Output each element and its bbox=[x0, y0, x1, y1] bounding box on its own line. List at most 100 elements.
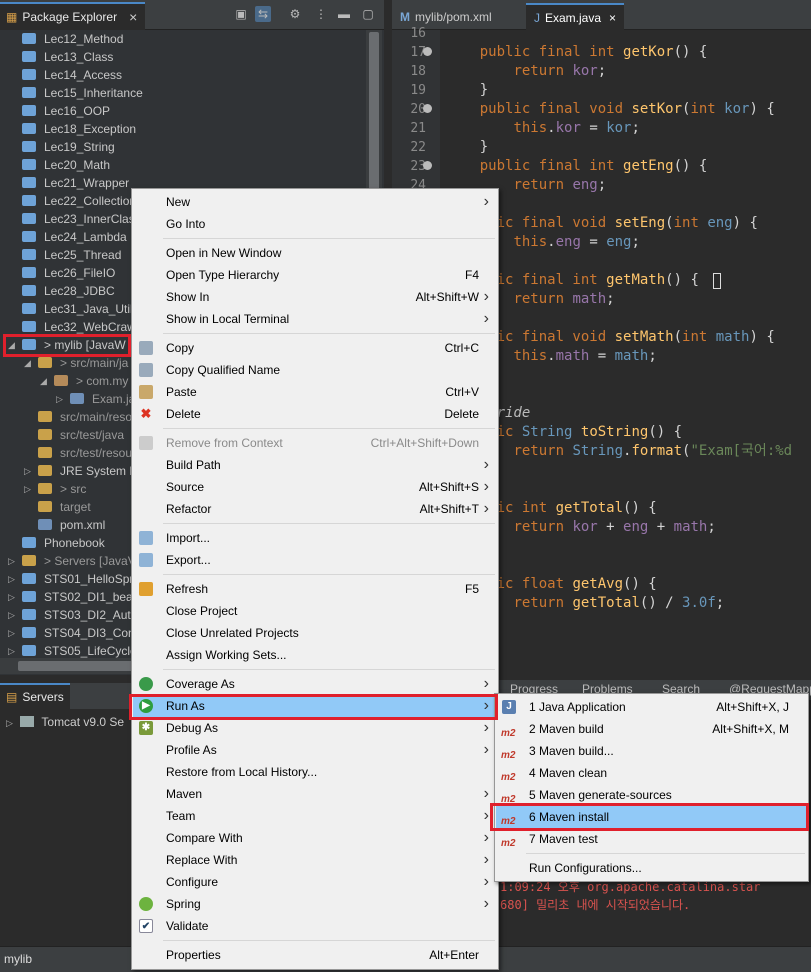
expand-icon[interactable]: ▷ bbox=[8, 570, 18, 588]
menu-item-open-type-hierarchy[interactable]: Open Type Hierarchy F4 bbox=[133, 264, 497, 286]
menu-item-go-into[interactable]: Go Into bbox=[133, 213, 497, 235]
collapse-all-icon[interactable]: ▣ bbox=[233, 6, 249, 22]
code-token: () / bbox=[639, 595, 683, 611]
menu-item-spring[interactable]: Spring › bbox=[133, 893, 497, 915]
expand-icon[interactable]: ▷ bbox=[8, 552, 18, 570]
menu-item-new[interactable]: New › bbox=[133, 191, 497, 213]
menu-item-refactor[interactable]: Refactor Alt+Shift+T › bbox=[133, 498, 497, 520]
menu-item-refresh[interactable]: Refresh F5 bbox=[133, 578, 497, 600]
expand-icon[interactable]: ▷ bbox=[24, 462, 34, 480]
tab-package-explorer[interactable]: ▦ Package Explorer × bbox=[0, 2, 145, 30]
tree-item-label: Lec13_Class bbox=[44, 50, 114, 64]
folder-icon bbox=[22, 609, 36, 620]
link-with-editor-icon[interactable]: ⇆ bbox=[255, 6, 271, 22]
tree-item[interactable]: Lec12_Method bbox=[0, 30, 366, 48]
menu-item-export[interactable]: Export... bbox=[133, 549, 497, 571]
tree-item[interactable]: Lec14_Access bbox=[0, 66, 366, 84]
expand-icon[interactable]: ▷ bbox=[24, 480, 34, 498]
code-token: . bbox=[547, 348, 556, 364]
collapse-icon[interactable]: ◢ bbox=[8, 336, 18, 354]
close-icon[interactable]: × bbox=[129, 9, 137, 25]
code-token: = bbox=[580, 234, 607, 250]
menu-item-properties[interactable]: Properties Alt+Enter bbox=[133, 944, 497, 966]
menu-item-label: 1 Java Application bbox=[529, 700, 626, 714]
collapse-icon[interactable]: ◢ bbox=[40, 372, 50, 390]
menu-item-4-maven-clean[interactable]: m2 4 Maven clean bbox=[496, 762, 807, 784]
menu-item-maven[interactable]: Maven › bbox=[133, 783, 497, 805]
java-app-icon: J bbox=[502, 700, 516, 714]
menu-item-build-path[interactable]: Build Path › bbox=[133, 454, 497, 476]
menu-item-7-maven-test[interactable]: m2 7 Maven test bbox=[496, 828, 807, 850]
menu-item-configure[interactable]: Configure › bbox=[133, 871, 497, 893]
code-line[interactable]: } bbox=[446, 138, 488, 157]
menu-item-3-maven-build[interactable]: m2 3 Maven build... bbox=[496, 740, 807, 762]
tree-item[interactable]: Lec19_String bbox=[0, 138, 366, 156]
menu-item-close-unrelated-projects[interactable]: Close Unrelated Projects bbox=[133, 622, 497, 644]
menu-item-profile-as[interactable]: Profile As › bbox=[133, 739, 497, 761]
fold-icon[interactable] bbox=[423, 104, 432, 113]
expand-icon[interactable]: ▷ bbox=[56, 390, 66, 408]
tree-item-label: STS04_DI3_Con bbox=[44, 626, 135, 640]
menu-item-compare-with[interactable]: Compare With › bbox=[133, 827, 497, 849]
menu-separator bbox=[163, 333, 495, 334]
menu-item-2-maven-build[interactable]: m2 2 Maven build Alt+Shift+X, M bbox=[496, 718, 807, 740]
menu-item-show-in-local-terminal[interactable]: Show in Local Terminal › bbox=[133, 308, 497, 330]
menu-item-coverage-as[interactable]: Coverage As › bbox=[133, 673, 497, 695]
text-cursor bbox=[713, 273, 721, 289]
menu-item-delete[interactable]: ✖ Delete Delete bbox=[133, 403, 497, 425]
menu-item-copy[interactable]: Copy Ctrl+C bbox=[133, 337, 497, 359]
menu-item-copy-qualified-name[interactable]: Copy Qualified Name bbox=[133, 359, 497, 381]
menu-item-open-in-new-window[interactable]: Open in New Window bbox=[133, 242, 497, 264]
expand-icon[interactable]: ▷ bbox=[8, 588, 18, 606]
menu-item-label: Show In bbox=[166, 290, 210, 304]
menu-item-replace-with[interactable]: Replace With › bbox=[133, 849, 497, 871]
code-line[interactable]: public final int getEng() { bbox=[446, 157, 708, 176]
menu-item-import[interactable]: Import... bbox=[133, 527, 497, 549]
expand-icon[interactable]: ▷ bbox=[8, 606, 18, 624]
view-menu-icon[interactable]: ⋮ bbox=[313, 6, 329, 22]
menu-item-run-as[interactable]: ▶ Run As › bbox=[133, 695, 497, 717]
code-line[interactable]: public final void setKor(int kor) { bbox=[446, 100, 775, 119]
menu-item-validate[interactable]: ✔ Validate bbox=[133, 915, 497, 937]
expand-icon[interactable]: ▷ bbox=[8, 624, 18, 642]
server-item-tomcat[interactable]: ▷ Tomcat v9.0 Se bbox=[6, 713, 124, 731]
filter-icon[interactable]: ⚙ bbox=[287, 6, 303, 22]
menu-item-run-configurations[interactable]: Run Configurations... bbox=[496, 857, 807, 879]
code-line[interactable]: public final int getKor() { bbox=[446, 43, 708, 62]
tab-label: Package Explorer bbox=[22, 10, 118, 24]
fold-icon[interactable] bbox=[423, 47, 432, 56]
menu-item-assign-working-sets[interactable]: Assign Working Sets... bbox=[133, 644, 497, 666]
tab-servers[interactable]: ▤ Servers bbox=[0, 683, 70, 709]
tree-item[interactable]: Lec18_Exception bbox=[0, 120, 366, 138]
menu-item-close-project[interactable]: Close Project bbox=[133, 600, 497, 622]
code-line[interactable]: return kor; bbox=[446, 62, 606, 81]
chevron-right-icon: › bbox=[483, 675, 489, 692]
maximize-icon[interactable]: ▢ bbox=[360, 6, 376, 22]
expand-icon[interactable]: ▷ bbox=[6, 718, 13, 728]
menu-item-label: Open Type Hierarchy bbox=[166, 268, 280, 282]
minimize-icon[interactable]: ▬ bbox=[336, 6, 352, 22]
menu-item-debug-as[interactable]: ✱ Debug As › bbox=[133, 717, 497, 739]
menu-item-1-java-application[interactable]: J 1 Java Application Alt+Shift+X, J bbox=[496, 696, 807, 718]
code-token: public final int bbox=[479, 158, 624, 174]
code-line[interactable]: } bbox=[446, 81, 488, 100]
menu-item-source[interactable]: Source Alt+Shift+S › bbox=[133, 476, 497, 498]
tree-item[interactable]: Lec20_Math bbox=[0, 156, 366, 174]
menu-item-restore-from-local-history[interactable]: Restore from Local History... bbox=[133, 761, 497, 783]
close-icon[interactable]: × bbox=[609, 11, 616, 25]
run-icon: ▶ bbox=[139, 699, 153, 713]
validate-check-icon: ✔ bbox=[139, 919, 153, 933]
collapse-icon[interactable]: ◢ bbox=[24, 354, 34, 372]
code-token: ; bbox=[631, 120, 640, 136]
tab-exam-java[interactable]: J Exam.java × bbox=[526, 3, 624, 30]
menu-item-5-maven-generate-sources[interactable]: m2 5 Maven generate-sources bbox=[496, 784, 807, 806]
menu-item-6-maven-install[interactable]: m2 6 Maven install bbox=[496, 806, 807, 828]
tree-item[interactable]: Lec13_Class bbox=[0, 48, 366, 66]
tree-item[interactable]: Lec15_Inheritance bbox=[0, 84, 366, 102]
menu-item-show-in[interactable]: Show In Alt+Shift+W › bbox=[133, 286, 497, 308]
tree-item[interactable]: Lec16_OOP bbox=[0, 102, 366, 120]
code-line[interactable]: this.kor = kor; bbox=[446, 119, 640, 138]
fold-icon[interactable] bbox=[423, 161, 432, 170]
menu-item-team[interactable]: Team › bbox=[133, 805, 497, 827]
menu-item-paste[interactable]: Paste Ctrl+V bbox=[133, 381, 497, 403]
